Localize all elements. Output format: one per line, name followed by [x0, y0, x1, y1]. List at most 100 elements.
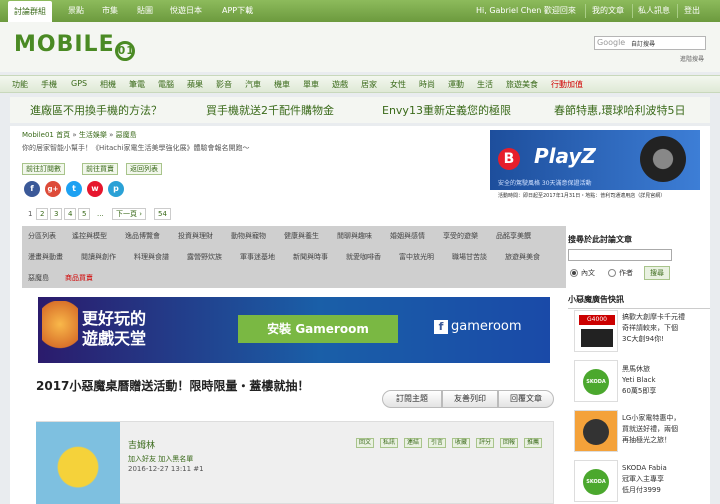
page-link[interactable]: 2: [36, 208, 49, 220]
cat-link[interactable]: 相機: [100, 79, 116, 90]
avatar[interactable]: [36, 422, 120, 504]
forum-cat-link[interactable]: 軍事迷基地: [240, 252, 275, 262]
my-posts-link[interactable]: 我的文章: [592, 0, 624, 22]
topnav-spots-link[interactable]: 景點: [68, 0, 84, 22]
forum-cat-link[interactable]: 旅遊與美食: [505, 252, 540, 262]
link-button[interactable]: 連結: [404, 438, 423, 448]
cat-link[interactable]: 手機: [41, 79, 57, 90]
install-gameroom-button[interactable]: 安裝 Gameroom: [238, 315, 398, 343]
site-logo[interactable]: MOBILE 01: [14, 32, 135, 61]
search-input[interactable]: Google 自訂搜尋: [594, 36, 706, 50]
promo-link[interactable]: Envy13重新定義您的極限: [382, 102, 511, 118]
page-link[interactable]: 3: [50, 208, 63, 220]
cat-link[interactable]: 機車: [274, 79, 290, 90]
cat-link[interactable]: 旅遊美食: [506, 79, 538, 90]
forum-cat-link[interactable]: 逸品博覽會: [125, 231, 160, 241]
forum-cat-link[interactable]: 閱讀與創作: [81, 252, 116, 262]
forum-announcement[interactable]: 你的居家智能小幫手！《Hitachi家電生活美學強化展》體驗會報名開跑～: [22, 143, 249, 153]
last-page-link[interactable]: 54: [154, 208, 171, 220]
google-plus-icon[interactable]: g+: [45, 181, 61, 197]
forum-cat-link[interactable]: 漫畫與動畫: [28, 252, 63, 262]
forum-cat-link[interactable]: 分區列表: [28, 231, 56, 241]
lg-ad-image[interactable]: [574, 410, 618, 452]
recommend-button[interactable]: 推薦: [524, 438, 543, 448]
author-actions[interactable]: 加入好友 加入黑名單: [128, 454, 193, 464]
forum-cat-link[interactable]: 露營野炊族: [187, 252, 222, 262]
topnav-market-link[interactable]: 市集: [102, 0, 118, 22]
next-page-link[interactable]: 下一頁 ›: [112, 208, 147, 220]
forum-cat-link[interactable]: 品酩享美饌: [496, 231, 531, 241]
cat-link[interactable]: 筆電: [129, 79, 145, 90]
forum-cat-link[interactable]: 婚姻與感情: [390, 231, 425, 241]
cat-link-mobile-value[interactable]: 行動加值: [551, 79, 583, 90]
radio-author[interactable]: [608, 269, 616, 277]
gameroom-banner-ad[interactable]: 更好玩的 遊戲天堂 安裝 Gameroom f gameroom: [38, 297, 550, 363]
forum-cat-link[interactable]: 享受的遊樂: [443, 231, 478, 241]
cat-link[interactable]: 功能: [12, 79, 28, 90]
rate-button[interactable]: 評分: [476, 438, 495, 448]
breadcrumb-category[interactable]: 生活娛樂: [79, 131, 107, 139]
forum-cat-link[interactable]: 閒聊與趣味: [337, 231, 372, 241]
goto-subscriptions-button[interactable]: 前往訂閱數: [22, 163, 65, 175]
forum-cat-link[interactable]: 遙控與模型: [72, 231, 107, 241]
topnav-japan-link[interactable]: 悅遊日本: [170, 0, 202, 22]
cat-link[interactable]: 汽車: [245, 79, 261, 90]
facebook-icon[interactable]: f: [24, 181, 40, 197]
forum-cat-link[interactable]: 惡魔島: [28, 273, 49, 283]
cat-link[interactable]: 生活: [477, 79, 493, 90]
forum-cat-link[interactable]: 動物與寵物: [231, 231, 266, 241]
sidebar-ad-text[interactable]: 搞歡大創摩卡千元禮 奇祥請較來，下個 3C大創94你!: [622, 312, 712, 345]
logout-link[interactable]: 登出: [684, 0, 700, 22]
sidebar-ad-text[interactable]: SKODA Fabia 冠軍入主專享 低月付3999: [622, 463, 712, 496]
forum-cat-link[interactable]: 就愛咖啡香: [346, 252, 381, 262]
sidebar-ad-text[interactable]: LG小家電特惠中， 買就送好禮，兩個 再抽極光之旅！: [622, 413, 712, 446]
forum-cat-link[interactable]: 新聞與時事: [293, 252, 328, 262]
reply-post-button[interactable]: 回文: [356, 438, 375, 448]
forum-cat-link[interactable]: 職場甘苦談: [452, 252, 487, 262]
cat-link[interactable]: 蘋果: [187, 79, 203, 90]
skoda-fabia-ad-image[interactable]: SKODA: [574, 460, 618, 502]
topnav-forum-tab[interactable]: 討論群組: [8, 1, 52, 22]
sidebar-search-input[interactable]: [568, 249, 672, 261]
twitter-icon[interactable]: t: [66, 181, 82, 197]
pm-button[interactable]: 私訊: [380, 438, 399, 448]
subscribe-thread-button[interactable]: 訂閱主題: [382, 390, 442, 408]
messages-link[interactable]: 私人訊息: [638, 0, 670, 22]
post-author[interactable]: 吉姆林: [128, 438, 155, 451]
cat-link[interactable]: 單車: [303, 79, 319, 90]
greeting-link[interactable]: Hi, Gabriel Chen 歡迎回來: [476, 0, 576, 22]
sidebar-search-button[interactable]: 搜尋: [644, 266, 670, 280]
back-to-list-button[interactable]: 返回列表: [126, 163, 162, 175]
forum-cat-link[interactable]: 富中放光明: [399, 252, 434, 262]
report-button[interactable]: 回報: [500, 438, 519, 448]
forum-cat-link[interactable]: 健康與養生: [284, 231, 319, 241]
print-button[interactable]: 友善列印: [442, 390, 498, 408]
cat-link[interactable]: 影音: [216, 79, 232, 90]
quote-button[interactable]: 引言: [428, 438, 447, 448]
promo-link[interactable]: 春節特惠,環球哈利波特5日: [554, 102, 686, 118]
sidebar-ad-text[interactable]: 黑馬休旅 Yeti Black 60萬5即享: [622, 364, 712, 397]
forum-cat-link-market[interactable]: 商品買賣: [65, 273, 93, 283]
bridgestone-ad[interactable]: B PlayZ 安全的駕駛風格 30天滿意保證活動 活動時間：即日起至2017年…: [490, 130, 700, 202]
cat-link[interactable]: GPS: [71, 79, 87, 88]
printer-ad-image[interactable]: G4000: [574, 310, 618, 352]
promo-link[interactable]: 進廠區不用換手機的方法？: [30, 102, 162, 118]
cat-link[interactable]: 居家: [361, 79, 377, 90]
page-link[interactable]: 5: [78, 208, 91, 220]
skoda-ad-image[interactable]: SKODA: [574, 360, 618, 402]
weibo-icon[interactable]: w: [87, 181, 103, 197]
forum-cat-link[interactable]: 投資與理財: [178, 231, 213, 241]
cat-link[interactable]: 電腦: [158, 79, 174, 90]
radio-content[interactable]: [570, 269, 578, 277]
topnav-app-link[interactable]: APP下載: [222, 0, 253, 22]
cat-link[interactable]: 時尚: [419, 79, 435, 90]
cat-link[interactable]: 遊戲: [332, 79, 348, 90]
favorite-button[interactable]: 收藏: [452, 438, 471, 448]
topnav-stickers-link[interactable]: 貼圖: [137, 0, 153, 22]
cat-link[interactable]: 運動: [448, 79, 464, 90]
page-link[interactable]: 4: [64, 208, 77, 220]
reply-button[interactable]: 回覆文章: [498, 390, 554, 408]
cat-link[interactable]: 女性: [390, 79, 406, 90]
breadcrumb-forum[interactable]: 惡魔島: [116, 131, 137, 139]
advanced-search-link[interactable]: 進階搜尋: [680, 54, 704, 63]
